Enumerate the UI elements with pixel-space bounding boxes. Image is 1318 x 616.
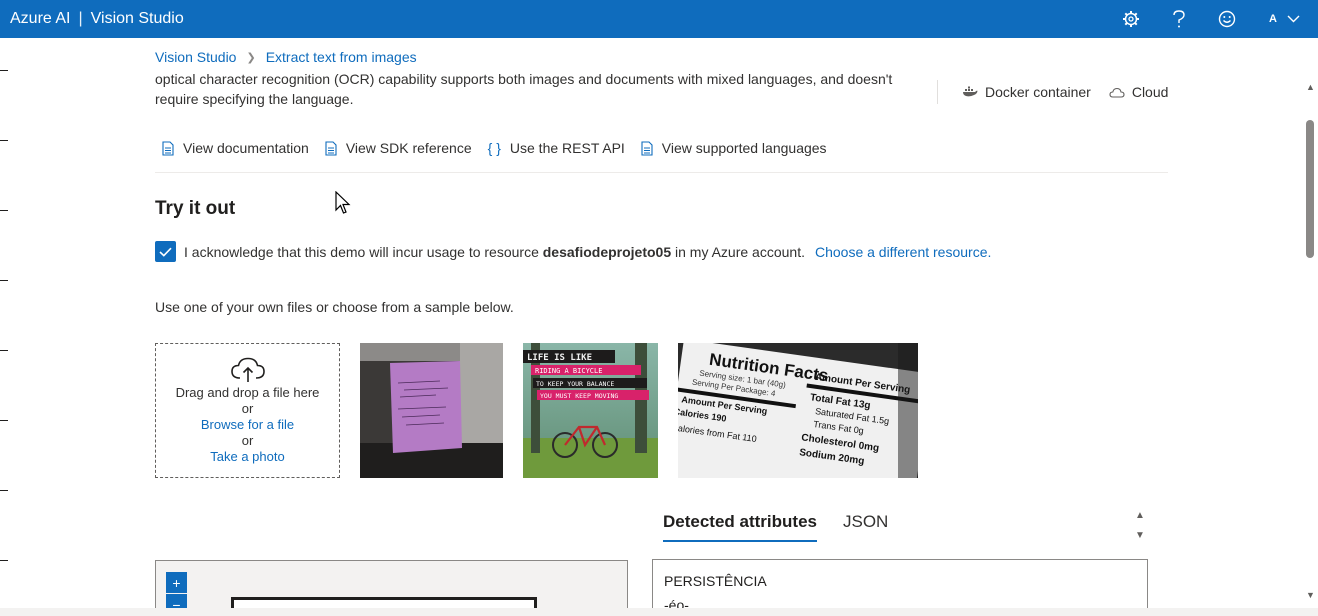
take-photo-link[interactable]: Take a photo [210, 449, 284, 465]
upload-hint: Use one of your own files or choose from… [155, 299, 514, 315]
brand-name: Azure AI [10, 10, 71, 27]
cloud-upload-icon [230, 357, 265, 382]
feature-description: optical character recognition (OCR) capa… [155, 61, 905, 109]
description-line: optical character recognition (OCR) capa… [155, 71, 893, 87]
scroll-down-icon[interactable]: ▼ [1306, 590, 1315, 600]
file-dropzone[interactable]: Drag and drop a file here or Browse for … [155, 343, 340, 478]
margin-tick [0, 70, 8, 71]
gear-icon [1123, 11, 1140, 27]
result-tabs: Detected attributes JSON [663, 512, 888, 542]
brand[interactable]: Azure AI | Vision Studio [0, 10, 184, 28]
checkmark-icon [159, 247, 172, 257]
chevron-down-icon [1287, 15, 1300, 23]
feedback-button[interactable] [1203, 0, 1251, 38]
view-supported-languages-label: View supported languages [661, 140, 827, 156]
docker-icon [963, 86, 978, 97]
margin-tick [0, 490, 8, 491]
help-button[interactable] [1155, 0, 1203, 38]
acknowledge-checkbox[interactable] [155, 241, 176, 262]
nutrition-facts-image: Nutrition Facts Serving size: 1 bar (40g… [678, 343, 918, 478]
margin-tick [0, 140, 8, 141]
view-documentation-link[interactable]: View documentation [162, 140, 309, 156]
document-icon [641, 140, 653, 156]
resource-links: View documentation View SDK reference { … [162, 140, 843, 156]
scroll-up-icon: ▲ [1135, 510, 1145, 521]
acknowledgement-row: I acknowledge that this demo will incur … [155, 241, 991, 262]
or-text: or [241, 432, 254, 448]
try-it-out-heading: Try it out [155, 198, 236, 219]
margin-tick [0, 350, 8, 351]
product-name: Vision Studio [90, 10, 184, 27]
poster-line-1: LIFE IS LIKE [527, 353, 592, 363]
poster-line-3: TO KEEP YOUR BALANCE [536, 380, 614, 388]
use-rest-api-link[interactable]: { } Use the REST API [488, 140, 625, 156]
docker-option[interactable]: Docker container [962, 84, 1091, 100]
docker-label: Docker container [985, 84, 1091, 100]
view-documentation-label: View documentation [183, 140, 309, 156]
bottom-edge [0, 608, 1318, 616]
view-sdk-reference-link[interactable]: View SDK reference [325, 140, 472, 156]
margin-tick [0, 560, 8, 561]
top-bar: Azure AI | Vision Studio A [0, 0, 1318, 38]
sticky-note-image [360, 343, 503, 478]
or-text: or [241, 400, 254, 416]
settings-button[interactable] [1107, 0, 1155, 38]
detected-text-line: PERSISTÊNCIA [664, 573, 767, 589]
mouse-cursor-icon [335, 191, 351, 214]
view-supported-languages-link[interactable]: View supported languages [641, 140, 827, 156]
page-scrollbar[interactable]: ▲ ▼ [1303, 78, 1318, 606]
sample-image-sticky-note[interactable] [360, 343, 503, 478]
scrollbar-thumb[interactable] [1306, 120, 1314, 258]
margin-tick [0, 280, 8, 281]
bicycle-poster-image: LIFE IS LIKE RIDING A BICYCLE TO KEEP YO… [523, 343, 658, 478]
margin-tick [0, 210, 8, 211]
tab-detected-attributes[interactable]: Detected attributes [663, 512, 817, 542]
description-line: require specifying the language. [155, 90, 354, 107]
tab-scroll-control[interactable]: ▲ ▼ [1133, 506, 1147, 546]
avatar: A [1269, 13, 1277, 25]
resource-name: desafiodeprojeto05 [542, 243, 672, 260]
tab-json[interactable]: JSON [843, 512, 888, 542]
top-actions: A [1107, 0, 1318, 38]
divider [155, 172, 1168, 173]
sample-image-nutrition-facts[interactable]: Nutrition Facts Serving size: 1 bar (40g… [678, 343, 918, 478]
zoom-in-button[interactable]: + [166, 572, 187, 593]
drag-drop-text: Drag and drop a file here [175, 384, 320, 400]
scroll-up-icon[interactable]: ▲ [1306, 82, 1315, 92]
margin-tick [0, 420, 8, 421]
ack-text-suffix: in my Azure account. [675, 243, 805, 260]
account-menu[interactable]: A [1251, 0, 1318, 38]
document-icon [162, 140, 174, 156]
use-rest-api-label: Use the REST API [509, 140, 625, 156]
sample-image-bicycle-poster[interactable]: LIFE IS LIKE RIDING A BICYCLE TO KEEP YO… [523, 343, 658, 478]
scroll-down-icon: ▼ [1135, 530, 1145, 541]
choose-resource-link[interactable]: Choose a different resource. [815, 244, 991, 260]
plus-icon: + [172, 574, 181, 591]
help-icon [1173, 10, 1185, 28]
cloud-label: Cloud [1131, 84, 1169, 100]
browse-file-link[interactable]: Browse for a file [201, 417, 294, 433]
brand-separator: | [78, 10, 83, 27]
deployment-options: Docker container Cloud [937, 80, 1168, 104]
view-sdk-reference-label: View SDK reference [345, 140, 472, 156]
cloud-option[interactable]: Cloud [1109, 84, 1169, 100]
feedback-smiley-icon [1218, 10, 1236, 28]
poster-line-2: RIDING A BICYCLE [535, 367, 602, 375]
cloud-icon [1109, 87, 1125, 98]
ack-text-prefix: I acknowledge that this demo will incur … [184, 243, 539, 260]
poster-line-4: YOU MUST KEEP MOVING [540, 392, 618, 400]
document-icon [325, 140, 337, 156]
code-braces-icon: { } [487, 140, 501, 156]
